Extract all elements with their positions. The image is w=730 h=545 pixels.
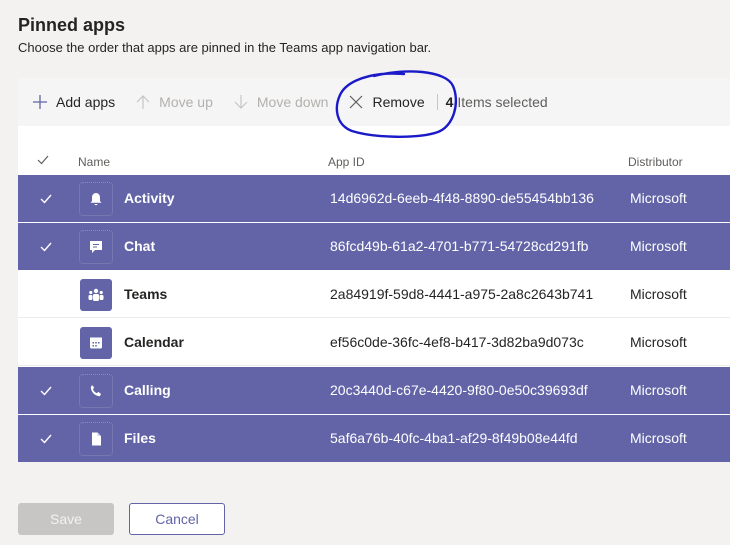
toolbar-divider	[436, 94, 438, 110]
page-subtitle: Choose the order that apps are pinned in…	[18, 40, 432, 55]
table-row[interactable]: Chat 86fcd49b-61a2-4701-b771-54728cd291f…	[18, 223, 730, 270]
teams-icon	[88, 288, 104, 301]
activity-app-icon	[79, 182, 113, 216]
remove-button[interactable]: Remove	[348, 86, 425, 118]
table-row[interactable]: Teams 2a84919f-59d8-4441-a975-2a8c2643b7…	[18, 271, 730, 318]
page-title: Pinned apps	[18, 15, 126, 35]
file-icon	[92, 432, 101, 446]
selected-count: 4	[445, 94, 454, 110]
move-down-button[interactable]: Move down	[233, 86, 329, 118]
row-checkmark-icon[interactable]	[39, 432, 53, 446]
app-name: Calendar	[124, 334, 184, 350]
distributor: Microsoft	[630, 334, 687, 350]
distributor: Microsoft	[630, 430, 687, 446]
app-name: Teams	[124, 286, 168, 302]
distributor: Microsoft	[630, 286, 687, 302]
app-id: 2a84919f-59d8-4441-a975-2a8c2643b741	[330, 286, 594, 302]
app-name: Chat	[124, 238, 156, 254]
app-id: ef56c0de-36fc-4ef8-b417-3d82ba9d073c	[330, 334, 584, 350]
row-checkmark-icon[interactable]	[39, 384, 53, 398]
selection-status: 4 Items selected	[446, 94, 548, 110]
column-header-app-id[interactable]: App ID	[328, 155, 365, 169]
move-up-button[interactable]: Move up	[135, 86, 213, 118]
column-header-distributor[interactable]: Distributor	[628, 155, 683, 169]
phone-icon	[90, 385, 101, 397]
save-button[interactable]: Save	[18, 503, 114, 535]
move-down-label: Move down	[256, 94, 329, 110]
distributor: Microsoft	[630, 382, 687, 398]
add-apps-label: Add apps	[56, 94, 116, 110]
arrow-up-icon	[136, 95, 150, 109]
files-app-icon	[79, 422, 113, 456]
distributor: Microsoft	[630, 238, 687, 254]
bell-icon	[90, 193, 102, 206]
column-header-name[interactable]: Name	[78, 155, 110, 169]
cancel-button[interactable]: Cancel	[129, 503, 225, 535]
select-all-checkmark-icon[interactable]	[37, 154, 49, 166]
remove-label: Remove	[372, 94, 425, 110]
row-checkmark-icon[interactable]	[39, 240, 53, 254]
app-id: 14d6962d-6eeb-4f48-8890-de55454bb136	[330, 190, 594, 206]
add-apps-button[interactable]: Add apps	[32, 86, 115, 118]
table-row[interactable]: Calling 20c3440d-c67e-4420-9f80-0e50c396…	[18, 367, 730, 414]
calendar-icon	[90, 337, 102, 349]
calendar-app-icon	[80, 327, 112, 359]
app-name: Calling	[124, 382, 171, 398]
table-row[interactable]: Activity 14d6962d-6eeb-4f48-8890-de55454…	[18, 175, 730, 222]
table-row[interactable]: Files 5af6a76b-40fc-4ba1-af29-8f49b08e44…	[18, 415, 730, 462]
table-header: Name App ID Distributor	[18, 126, 730, 175]
app-name: Files	[124, 430, 156, 446]
app-name: Activity	[124, 190, 175, 206]
toolbar: Add apps Move up Move down Remove 4 Items…	[18, 78, 730, 126]
calling-app-icon	[79, 374, 113, 408]
app-id: 86fcd49b-61a2-4701-b771-54728cd291fb	[330, 238, 589, 254]
app-id: 20c3440d-c67e-4420-9f80-0e50c39693df	[330, 382, 588, 398]
selected-suffix: Items selected	[457, 94, 548, 110]
arrow-down-icon	[234, 95, 248, 109]
move-up-label: Move up	[159, 94, 213, 110]
chat-icon	[90, 241, 102, 253]
distributor: Microsoft	[630, 190, 687, 206]
table-row[interactable]: Calendar ef56c0de-36fc-4ef8-b417-3d82ba9…	[18, 319, 730, 366]
close-icon	[350, 95, 363, 109]
plus-icon	[33, 95, 47, 109]
chat-app-icon	[79, 230, 113, 264]
row-checkmark-icon[interactable]	[39, 192, 53, 206]
pinned-apps-panel: Add apps Move up Move down Remove 4 Items…	[18, 78, 730, 462]
app-id: 5af6a76b-40fc-4ba1-af29-8f49b08e44fd	[330, 430, 578, 446]
teams-app-icon	[80, 279, 112, 311]
